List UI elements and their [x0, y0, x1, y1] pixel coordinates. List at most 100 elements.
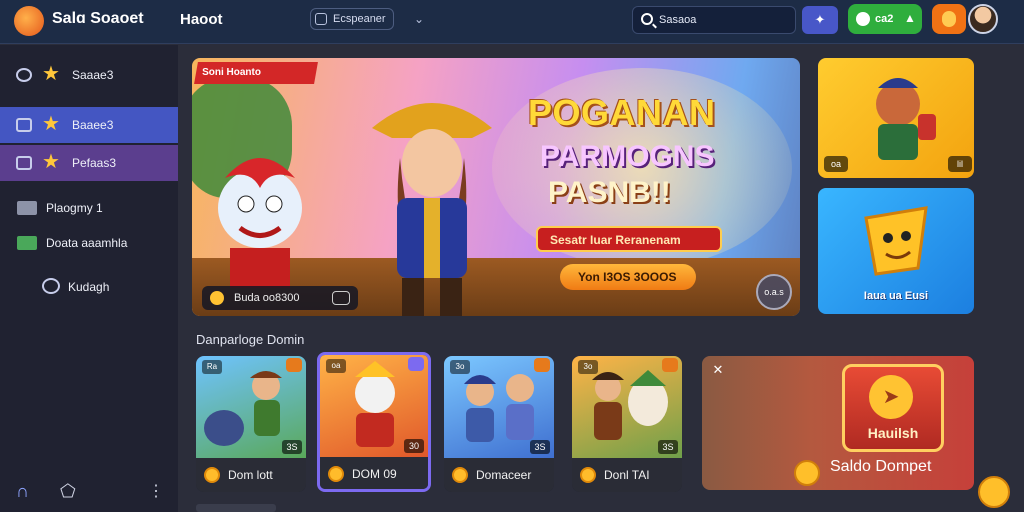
support-icon[interactable]: ∩: [16, 481, 29, 502]
sidebar-item-2[interactable]: ★ Baaee3: [0, 107, 178, 143]
play-icon: ➤: [869, 375, 913, 419]
arrow-up-icon: ▲: [904, 11, 916, 25]
game-card-badge: 3S: [282, 440, 302, 454]
hero-ribbon-text: Sesatr Iuar Reranenam: [550, 233, 681, 247]
game-card[interactable]: Ra 3S Dom lott: [196, 356, 306, 492]
bell-icon: [942, 11, 956, 27]
game-card[interactable]: 3o 3S Domaceer: [444, 356, 554, 492]
coin-icon: [580, 467, 596, 483]
hero-title-line1: POGANAN: [528, 92, 716, 133]
globe-icon: [16, 68, 32, 82]
hero-cta-label: Yon I3OS 3OOOS: [578, 270, 677, 284]
logo-icon[interactable]: [14, 6, 44, 36]
search-input-value: Sasaoa: [659, 14, 697, 26]
game-card-badge: 30: [404, 439, 424, 453]
hero-info-text: Buda oo8300: [234, 292, 300, 304]
grid-icon: [315, 13, 327, 25]
chat-icon: [42, 278, 60, 294]
hero-ribbon: Sesatr Iuar Reranenam: [536, 226, 722, 252]
top-bar: Salɑ Soaoet Haoot Ecspeaner ⌄ Sasaoa ✦ c…: [0, 0, 1024, 44]
star-icon: ★: [42, 63, 60, 85]
coin-icon: [328, 466, 344, 482]
star-icon: ★: [42, 151, 60, 173]
wallet-card[interactable]: ✕ ➤ Hauilsh Saldo Dompet: [702, 356, 974, 490]
game-card-badge: 3S: [658, 440, 678, 454]
game-card-name: Domaceer: [476, 468, 532, 482]
sidebar-item-label: Pefaas3: [72, 156, 117, 170]
coin-icon: [210, 291, 224, 305]
shield-icon[interactable]: ⬠: [60, 481, 76, 502]
game-card-tag: Ra: [202, 360, 222, 374]
game-card-corner-icon: [408, 357, 424, 371]
sidebar-item-label: Saaae3: [72, 68, 114, 82]
hero-cta-button[interactable]: Yon I3OS 3OOOS: [560, 264, 696, 290]
promo-card-2[interactable]: Iaua ua Eusi: [818, 188, 974, 314]
coin-icon: [204, 467, 220, 483]
category-select[interactable]: Ecspeaner: [310, 8, 394, 30]
wrench-icon: ✦: [814, 12, 826, 27]
sidebar-item-5[interactable]: Doata aaamhla: [0, 225, 178, 261]
game-card-tag: oa: [326, 359, 346, 373]
search-icon: [641, 13, 653, 25]
hero-bird-character: [218, 158, 302, 288]
hero-girl-character: [372, 103, 492, 316]
sidebar-item-3[interactable]: ★ Pefaas3: [0, 145, 178, 181]
game-card-corner-icon: [534, 358, 550, 372]
game-card-name: Donl TAI: [604, 468, 650, 482]
mail-icon: [16, 156, 32, 170]
game-card-tag: 3o: [578, 360, 598, 374]
wallet-box: ➤ Hauilsh: [842, 364, 944, 452]
search-input[interactable]: Sasaoa: [632, 6, 796, 34]
promo-card-1[interactable]: oa lil: [818, 58, 974, 178]
game-card[interactable]: 3o 3S Donl TAI: [572, 356, 682, 492]
promo-card-2-label: Iaua ua Eusi: [863, 290, 929, 302]
close-icon[interactable]: ✕: [710, 362, 726, 378]
folder-icon: [17, 201, 37, 215]
game-card-badge: 3S: [530, 440, 550, 454]
hero-next-label: o.a.s: [764, 287, 784, 297]
game-card-footer: Donl TAI: [572, 458, 682, 492]
sidebar-item-6[interactable]: Kudagh: [0, 269, 178, 305]
game-card-footer: Dom lott: [196, 458, 306, 492]
sidebar-item-label: Plaogmy 1: [46, 201, 103, 215]
coin-icon: [452, 467, 468, 483]
game-card-tag: 3o: [450, 360, 470, 374]
hero-title-line3: PASNB!!: [548, 176, 671, 209]
deposit-button[interactable]: ca2 ▲: [848, 4, 922, 34]
hero-title-line2: PARMOGNS: [540, 140, 715, 173]
sidebar-item-4[interactable]: Plaogmy 1: [0, 190, 178, 226]
game-card-corner-icon: [286, 358, 302, 372]
avatar[interactable]: [968, 4, 998, 34]
wallet-icon: [17, 236, 37, 250]
sidebar-item-label: Baaee3: [72, 118, 114, 132]
promo-card-1-tag: oa: [824, 156, 848, 172]
coin-icon: [978, 476, 1010, 508]
game-card-selected[interactable]: oa 30 DOM 09: [317, 352, 431, 492]
category-select-label: Ecspeaner: [333, 13, 386, 25]
game-card-corner-icon: [662, 358, 678, 372]
logo-text[interactable]: Salɑ Soaoet: [52, 10, 144, 28]
game-card-name: Dom lott: [228, 468, 273, 482]
home-icon: [16, 118, 32, 132]
coin-icon: [794, 460, 820, 486]
nav-title[interactable]: Haoot: [180, 11, 223, 28]
tools-button[interactable]: ✦: [802, 6, 838, 34]
star-icon: ★: [42, 113, 60, 135]
wallet-box-label: Hauilsh: [867, 425, 919, 441]
hero-info-bar[interactable]: Buda oo8300: [202, 286, 358, 310]
game-card-footer: Domaceer: [444, 458, 554, 492]
sidebar-item-label: Doata aaamhla: [46, 236, 128, 250]
promo-card-1-character: [876, 78, 936, 160]
chevron-down-icon[interactable]: ⌄: [414, 12, 424, 26]
promo-card-2-character: [864, 206, 928, 276]
sidebar-item-1[interactable]: ★ Saaae3: [0, 57, 178, 93]
game-card-footer: DOM 09: [320, 457, 428, 489]
wallet-title: Saldo Dompet: [830, 458, 932, 475]
section-title: Danparloge Domin: [196, 332, 305, 347]
badge-icon: [332, 291, 350, 305]
sidebar: ★ Saaae3 ★ Baaee3 ★ Pefaas3 Plaogmy 1 Do…: [0, 45, 178, 512]
hero-next-button[interactable]: o.a.s: [756, 274, 792, 310]
notification-button[interactable]: [932, 4, 966, 34]
more-icon[interactable]: ⋮: [148, 481, 164, 501]
game-card-name: DOM 09: [352, 467, 397, 481]
